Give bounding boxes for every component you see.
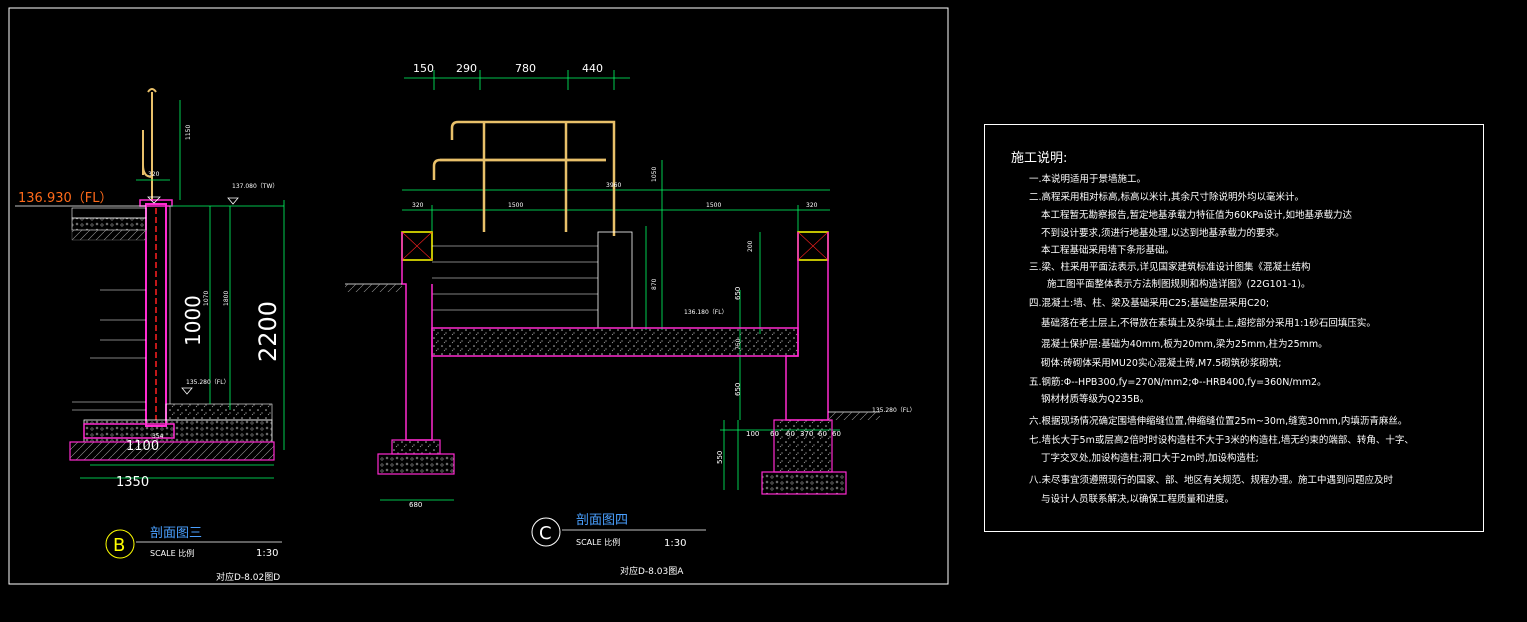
railing-post — [142, 88, 157, 200]
dim-b-370: 370 — [800, 430, 813, 438]
dim-b-100: 100 — [746, 430, 759, 438]
section-c-scale-label: SCALE 比例 — [576, 537, 620, 547]
dim-1800: 1800 — [223, 291, 230, 306]
section-c-scale: 1:30 — [664, 538, 686, 549]
dim-2200: 2200 — [254, 301, 282, 362]
construction-notes-panel: 施工说明: 一.本说明适用于景墙施工。 二.高程采用相对标高,标高以米计,其余尺… — [984, 124, 1484, 532]
dim-b-60d: 60 — [832, 430, 841, 438]
note-line: 四.混凝土:墙、柱、梁及基础采用C25;基础垫层采用C20; — [1029, 298, 1270, 309]
level-tw: 137.080（TW） — [232, 183, 278, 190]
dim-top-290: 290 — [456, 62, 477, 75]
dim-b-60b: 60 — [786, 430, 795, 438]
note-line: 本工程基础采用墙下条形基础。 — [1041, 245, 1175, 256]
note-line: 二.高程采用相对标高,标高以米计,其余尺寸除说明外均以毫米计。 — [1029, 192, 1305, 203]
section-b-label: B — [113, 535, 125, 556]
dim-200: 200 — [747, 240, 754, 252]
section-b-ref: 对应D-8.02图D — [216, 571, 280, 583]
dim-1100: 1100 — [126, 439, 159, 454]
note-line: 五.钢筋:Φ--HPB300,fy=270N/mm2;Φ--HRB400,fy=… — [1029, 377, 1327, 388]
dim-b-60c: 60 — [818, 430, 827, 438]
note-line: 本工程暂无勘察报告,暂定地基承载力特征值为60KPa设计,如地基承载力达 — [1041, 210, 1352, 221]
dim-680: 680 — [409, 501, 422, 509]
section-b-drawing: 136.930（FL） 137.080（TW） 135.280（FL） 2200… — [15, 88, 285, 583]
note-line: 七.墙长大于5m或层高2倍时时设构造柱不大于3米的构造柱,墙无约束的端部、转角、… — [1029, 435, 1414, 446]
slab — [431, 327, 799, 357]
dim-1050: 1050 — [651, 167, 658, 182]
dim-320: 320 — [148, 171, 160, 178]
note-line: 与设计人员联系解决,以确保工程质量和进度。 — [1041, 494, 1235, 505]
note-line: 八.未尽事宜须遵照现行的国家、部、地区有关规范、规程办理。施工中遇到问题应及时 — [1029, 475, 1394, 486]
dim-1500b: 1500 — [706, 202, 721, 209]
dim-top-440: 440 — [582, 62, 603, 75]
railing — [432, 120, 616, 236]
level-135: 135.280（FL） — [872, 407, 916, 414]
section-c-label: C — [539, 523, 552, 544]
section-b-scale: 1:30 — [256, 548, 278, 559]
note-line: 六.根据现场情况确定围墙伸缩缝位置,伸缩缝位置25m~30m,缝宽30mm,内填… — [1029, 416, 1408, 427]
dim-650a: 650 — [734, 287, 742, 300]
section-b-name: 剖面图三 — [150, 526, 202, 541]
dim-1350: 1350 — [116, 475, 149, 490]
note-line: 混凝土保护层:基础为40mm,板为20mm,梁为25mm,柱为25mm。 — [1041, 339, 1328, 350]
note-line: 一.本说明适用于景墙施工。 — [1029, 174, 1147, 185]
note-line: 丁字交叉处,加设构造柱;洞口大于2m时,加设构造柱; — [1041, 453, 1259, 464]
dim-1500a: 1500 — [508, 202, 523, 209]
dim-b-60a: 60 — [770, 430, 779, 438]
section-b-scale-label: SCALE 比例 — [150, 548, 194, 558]
note-line: 三.梁、柱采用平面法表示,详见国家建筑标准设计图集《混凝土结构 — [1029, 262, 1311, 273]
level-fl2: 135.280（FL） — [186, 379, 230, 386]
drawing-frame — [8, 7, 949, 585]
note-line: 基础落在老土层上,不得放在素填土及杂填土上,超挖部分采用1:1砂石回填压实。 — [1041, 318, 1376, 329]
dim-650b: 650 — [734, 383, 742, 396]
dim-1150: 1150 — [185, 125, 192, 140]
dim-870: 870 — [651, 278, 658, 290]
dim-1000: 1000 — [181, 295, 205, 346]
note-line: 不到设计要求,须进行地基处理,以达到地基承载力的要求。 — [1041, 228, 1285, 239]
section-c-drawing: 150 290 780 440 3960 320 1500 1500 320 1… — [345, 62, 916, 577]
note-line: 砌体:砖砌体采用MU20实心混凝土砖,M7.5砌筑砂浆砌筑; — [1041, 358, 1282, 369]
dim-320b: 320 — [806, 202, 818, 209]
note-line: 钢材材质等级为Q235B。 — [1041, 394, 1150, 405]
level-136: 136.180（FL） — [684, 309, 728, 316]
notes-title: 施工说明: — [1011, 151, 1068, 166]
dim-1070: 1070 — [203, 291, 210, 306]
section-c-name: 剖面图四 — [576, 513, 628, 528]
dim-top-780: 780 — [515, 62, 536, 75]
dim-750: 750 — [735, 338, 742, 350]
section-c-ref: 对应D-8.03图A — [620, 565, 684, 577]
dim-3960: 3960 — [606, 182, 621, 189]
note-line: 施工图平面整体表示方法制图规则和构造详图》(22G101-1)。 — [1047, 279, 1311, 290]
dim-top-150: 150 — [413, 62, 434, 75]
dim-320a: 320 — [412, 202, 424, 209]
dim-550: 550 — [716, 451, 724, 464]
level-fl: 136.930（FL） — [18, 191, 112, 206]
